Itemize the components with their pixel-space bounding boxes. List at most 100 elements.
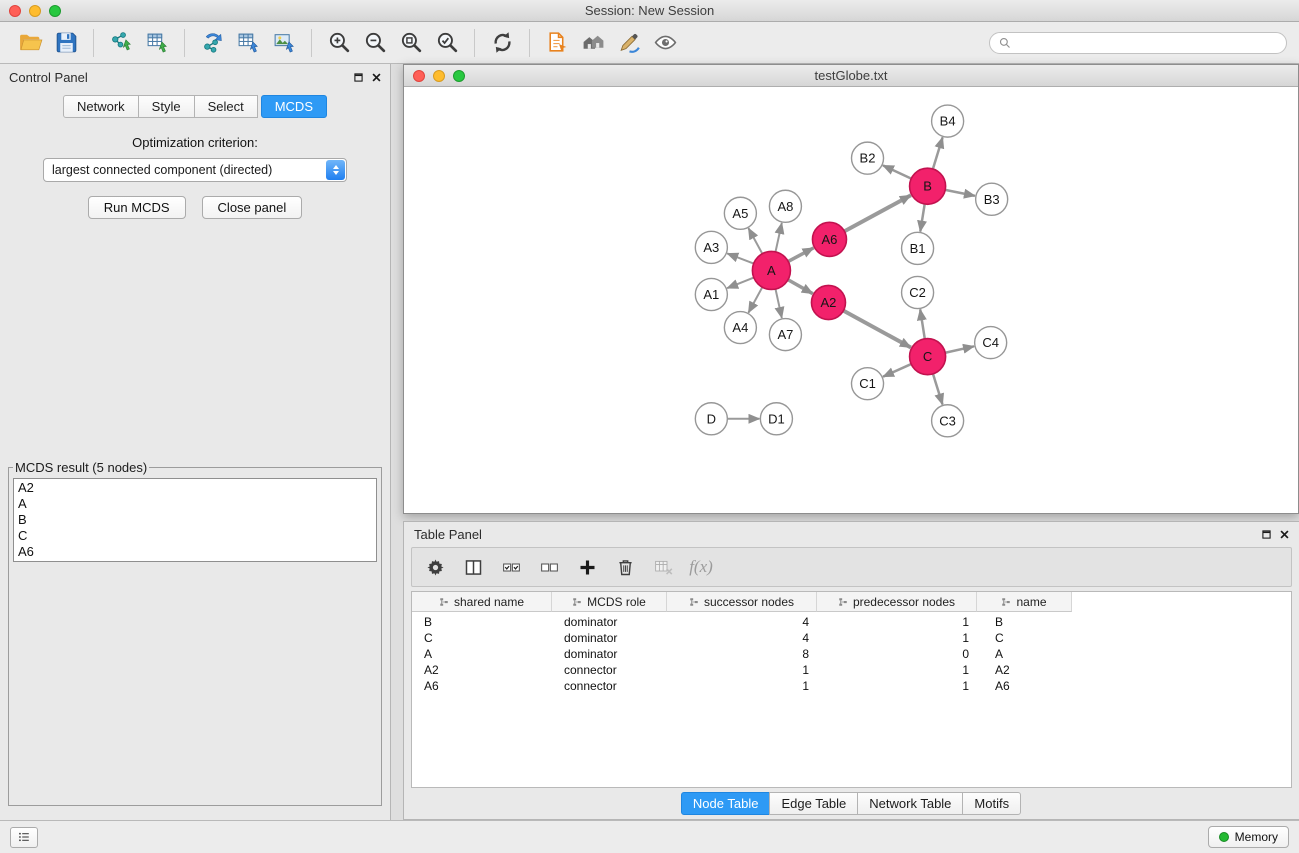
node-C[interactable]: C — [910, 339, 946, 375]
edge-A2-C[interactable] — [843, 311, 910, 348]
node-B4[interactable]: B4 — [932, 105, 964, 137]
node-B[interactable]: B — [910, 168, 946, 204]
open-file-button[interactable] — [12, 26, 48, 60]
edge-C-C3[interactable] — [933, 374, 943, 405]
column-header-name[interactable]: name — [977, 592, 1072, 612]
node-A8[interactable]: A8 — [769, 190, 801, 222]
zoom-selected-button[interactable] — [429, 26, 465, 60]
eye-button[interactable] — [647, 26, 683, 60]
tab-node-table[interactable]: Node Table — [681, 792, 771, 815]
settings-button[interactable] — [422, 552, 448, 582]
edge-C-C4[interactable] — [945, 346, 974, 352]
node-B2[interactable]: B2 — [852, 142, 884, 174]
result-item[interactable]: A2 — [18, 480, 372, 496]
delete-table-button[interactable] — [650, 552, 676, 582]
import-table-button[interactable] — [139, 26, 175, 60]
tab-motifs[interactable]: Motifs — [962, 792, 1021, 815]
edge-A-A4[interactable] — [748, 287, 762, 312]
node-D[interactable]: D — [695, 403, 727, 435]
table-row[interactable]: A6connector11A6 — [412, 678, 1291, 694]
zoom-window-button[interactable] — [49, 5, 61, 17]
run-mcds-button[interactable]: Run MCDS — [88, 196, 186, 219]
network-zoom-button[interactable] — [453, 70, 465, 82]
close-table-panel-icon[interactable] — [1280, 530, 1289, 539]
zoom-fit-button[interactable] — [393, 26, 429, 60]
import-network-button[interactable] — [103, 26, 139, 60]
network-canvas[interactable]: B4B2BB3A5A8A6B1A3AC2A1A2A4A7C4CC1C3DD1 — [404, 87, 1298, 513]
delete-button[interactable] — [612, 552, 638, 582]
node-A5[interactable]: A5 — [724, 197, 756, 229]
node-C2[interactable]: C2 — [902, 276, 934, 308]
save-session-button[interactable] — [48, 26, 84, 60]
node-C1[interactable]: C1 — [852, 368, 884, 400]
close-window-button[interactable] — [9, 5, 21, 17]
node-C3[interactable]: C3 — [932, 405, 964, 437]
result-item[interactable]: A6 — [18, 544, 372, 560]
column-header-mcds-role[interactable]: MCDS role — [552, 592, 667, 612]
edge-A-A5[interactable] — [748, 228, 762, 253]
table-row[interactable]: Cdominator41C — [412, 630, 1291, 646]
edge-B-B1[interactable] — [920, 204, 924, 231]
tab-select[interactable]: Select — [194, 95, 258, 118]
edge-A-A6[interactable] — [788, 248, 813, 262]
export-image-button[interactable] — [266, 26, 302, 60]
result-item[interactable]: C — [18, 528, 372, 544]
home-button[interactable] — [575, 26, 611, 60]
node-D1[interactable]: D1 — [760, 403, 792, 435]
export-table-button[interactable] — [230, 26, 266, 60]
node-A[interactable]: A — [752, 251, 790, 289]
node-A2[interactable]: A2 — [811, 285, 845, 319]
search-box[interactable] — [989, 32, 1287, 54]
panel-list-button[interactable] — [10, 827, 38, 848]
apply-layout-button[interactable] — [484, 26, 520, 60]
node-A7[interactable]: A7 — [769, 319, 801, 351]
edge-A-A3[interactable] — [727, 253, 753, 263]
minimize-window-button[interactable] — [29, 5, 41, 17]
tab-network[interactable]: Network — [63, 95, 139, 118]
deselect-all-button[interactable] — [536, 552, 562, 582]
edge-A-A1[interactable] — [727, 278, 754, 289]
function-builder-button[interactable]: f(x) — [688, 552, 714, 582]
memory-button[interactable]: Memory — [1208, 826, 1289, 848]
optimization-criterion-select[interactable]: largest connected component (directed) — [43, 158, 347, 182]
edge-B-B3[interactable] — [945, 190, 975, 196]
node-A1[interactable]: A1 — [695, 278, 727, 310]
style-brush-button[interactable] — [611, 26, 647, 60]
edge-A-A7[interactable] — [776, 289, 782, 318]
zoom-in-button[interactable] — [321, 26, 357, 60]
add-button[interactable] — [574, 552, 600, 582]
zoom-out-button[interactable] — [357, 26, 393, 60]
edge-B-B2[interactable] — [883, 165, 911, 178]
node-A6[interactable]: A6 — [812, 222, 846, 256]
tab-network-table[interactable]: Network Table — [857, 792, 963, 815]
edge-C-C2[interactable] — [920, 309, 925, 338]
tab-style[interactable]: Style — [138, 95, 195, 118]
table-row[interactable]: A2connector11A2 — [412, 662, 1291, 678]
table-row[interactable]: Bdominator41B — [412, 614, 1291, 630]
node-C4[interactable]: C4 — [975, 327, 1007, 359]
mcds-result-list[interactable]: A2ABCA6 — [13, 478, 377, 562]
tab-mcds[interactable]: MCDS — [261, 95, 327, 118]
network-close-button[interactable] — [413, 70, 425, 82]
clipboard-button[interactable] — [539, 26, 575, 60]
close-panel-button[interactable]: Close panel — [202, 196, 303, 219]
edge-A-A2[interactable] — [788, 280, 813, 294]
new-network-button[interactable] — [194, 26, 230, 60]
column-header-successor-nodes[interactable]: successor nodes — [667, 592, 817, 612]
edge-A6-B[interactable] — [844, 195, 910, 231]
column-header-predecessor-nodes[interactable]: predecessor nodes — [817, 592, 977, 612]
result-item[interactable]: A — [18, 496, 372, 512]
column-visibility-button[interactable] — [460, 552, 486, 582]
network-minimize-button[interactable] — [433, 70, 445, 82]
tab-edge-table[interactable]: Edge Table — [769, 792, 858, 815]
node-B3[interactable]: B3 — [976, 183, 1008, 215]
edge-C-C1[interactable] — [883, 364, 911, 377]
edge-B-B4[interactable] — [933, 137, 943, 169]
select-all-button[interactable] — [498, 552, 524, 582]
table-row[interactable]: Adominator80A — [412, 646, 1291, 662]
result-item[interactable]: B — [18, 512, 372, 528]
edge-A-A8[interactable] — [776, 223, 782, 252]
search-input[interactable] — [1016, 36, 1277, 50]
node-A4[interactable]: A4 — [724, 312, 756, 344]
column-header-shared-name[interactable]: shared name — [412, 592, 552, 612]
